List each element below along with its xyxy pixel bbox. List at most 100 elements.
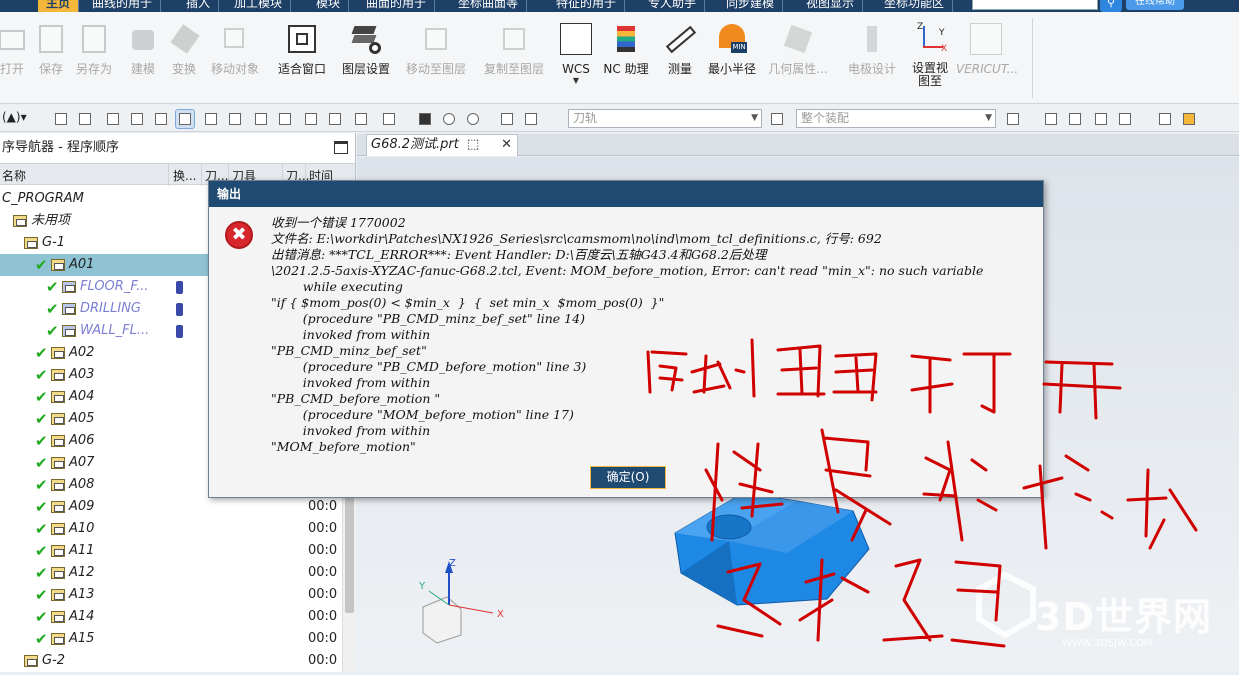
- program-order-view-icon[interactable]: [175, 109, 195, 129]
- program-folder-icon: [51, 633, 65, 645]
- toolbar-icon-3[interactable]: [104, 110, 122, 128]
- toolbar-icon-5[interactable]: [152, 110, 170, 128]
- menu-tab-curve[interactable]: 曲线的用于: [84, 0, 162, 12]
- program-group-row[interactable]: ✔ A13 00:0: [0, 584, 342, 606]
- toolbar-icon-4[interactable]: [128, 110, 146, 128]
- column-tool-change[interactable]: 换...: [173, 167, 196, 184]
- row-label: A10: [69, 521, 95, 536]
- program-group-row[interactable]: ✔ A15 00:0: [0, 628, 342, 650]
- toolbar-icon-19[interactable]: [1180, 110, 1198, 128]
- error-line: invoked from within: [271, 327, 431, 342]
- geometry-props-button[interactable]: 几何属性...: [768, 22, 828, 102]
- online-help-button[interactable]: 在线帮助: [1126, 0, 1184, 10]
- hide-icon[interactable]: [464, 110, 482, 128]
- fit-window-button[interactable]: 适合窗口: [272, 22, 332, 102]
- toolbar-icon-15[interactable]: [1066, 110, 1084, 128]
- row-time: 00:0: [308, 565, 338, 580]
- toolbar-icon-9[interactable]: [352, 110, 370, 128]
- program-group-row[interactable]: ✔ A09 00:0: [0, 496, 342, 518]
- assembly-scope-select[interactable]: 整个装配 ▼: [796, 109, 996, 128]
- menu-tab-surface[interactable]: 曲面的用于: [358, 0, 436, 12]
- vericut-button[interactable]: VERICUT...: [956, 22, 1018, 102]
- move-to-layer-button[interactable]: 移动至图层: [406, 22, 466, 102]
- toolbar-icon-8[interactable]: [326, 110, 344, 128]
- menu-tab-coord-surface[interactable]: 坐标曲面等: [450, 0, 528, 12]
- menu-bar: 主页 曲线的用于 插入 加工模块 模块 曲面的用于 坐标曲面等 特征的用于 专人…: [0, 0, 1239, 12]
- toolpath-filter-select[interactable]: 刀轨 ▼: [568, 109, 762, 128]
- nc-assistant-button[interactable]: NC 助理: [596, 22, 656, 102]
- secondary-toolbar: (▲)▾ 刀轨 ▼ 整个装配 ▼: [0, 105, 1239, 132]
- copy-to-layer-button[interactable]: 复制至图层: [484, 22, 544, 102]
- row-label: A01: [69, 257, 95, 272]
- menu-tab-module[interactable]: 模块: [308, 0, 350, 12]
- toolbar-icon-10[interactable]: [380, 110, 398, 128]
- menu-tab-machining[interactable]: 加工模块: [226, 0, 292, 12]
- mcs-icon[interactable]: [416, 110, 434, 128]
- layer-settings-button[interactable]: 图层设置: [336, 22, 396, 102]
- toolbar-icon-14[interactable]: [1042, 110, 1060, 128]
- row-label: A07: [69, 455, 95, 470]
- toolbar-icon-12[interactable]: [522, 110, 540, 128]
- menu-tab-sync[interactable]: 同步建模: [718, 0, 784, 12]
- program-group-row[interactable]: ✔ A10 00:0: [0, 518, 342, 540]
- menu-tab-insert[interactable]: 插入: [178, 0, 220, 12]
- move-object-button[interactable]: 移动对象: [205, 22, 265, 102]
- error-line: "if { $mom_pos(0) < $min_x } { set min_x…: [271, 295, 665, 310]
- search-input[interactable]: [972, 0, 1098, 10]
- menu-tab-view[interactable]: 视图显示: [798, 0, 864, 12]
- error-line: "PB_CMD_minz_bef_set": [271, 343, 427, 358]
- toolbar-icon-17[interactable]: [1116, 110, 1134, 128]
- program-folder-icon: [24, 655, 38, 667]
- tool-icon: [176, 325, 183, 338]
- status-check-icon: ✔: [46, 278, 59, 296]
- method-view-icon[interactable]: [252, 110, 270, 128]
- set-view-to-button[interactable]: Z Y X 设置视图至: [900, 22, 960, 102]
- program-group-row[interactable]: ✔ A11 00:0: [0, 540, 342, 562]
- selection-mode-dropdown[interactable]: (▲)▾: [2, 110, 27, 128]
- program-folder-icon: [51, 545, 65, 557]
- error-message: 收到一个错误 1770002 文件名: E:\workdir\Patches\N…: [271, 215, 1041, 455]
- maximize-icon[interactable]: [334, 141, 348, 154]
- column-name[interactable]: 名称: [2, 167, 26, 184]
- toolbar-icon-13[interactable]: [1004, 110, 1022, 128]
- toolbar-icon-11[interactable]: [498, 110, 516, 128]
- toolbar-icon-2[interactable]: [76, 110, 94, 128]
- machine-tool-view-icon[interactable]: [202, 110, 220, 128]
- ok-button[interactable]: 确定(O): [590, 466, 666, 489]
- show-icon[interactable]: [440, 110, 458, 128]
- measure-button[interactable]: 测量: [650, 22, 710, 102]
- document-tab-pin-icon[interactable]: ⬚: [467, 137, 479, 152]
- move-object-icon: [218, 22, 252, 56]
- program-folder-icon: [51, 457, 65, 469]
- program-folder-icon: [51, 347, 65, 359]
- navigator-title-bar: 序导航器 - 程序顺序: [0, 133, 355, 163]
- status-check-icon: ✔: [35, 410, 48, 428]
- error-line: (procedure "MOM_before_motion" line 17): [271, 407, 574, 422]
- program-group-row[interactable]: G-2 00:0: [0, 650, 342, 672]
- menu-tab-coord[interactable]: 坐标功能区: [876, 0, 954, 12]
- status-check-icon: ✔: [46, 322, 59, 340]
- electrode-design-button[interactable]: 电极设计: [842, 22, 902, 102]
- row-label: FLOOR_F...: [80, 279, 149, 294]
- menu-tab-assistant[interactable]: 专人助手: [640, 0, 706, 12]
- min-radius-button[interactable]: MIN 最小半径: [702, 22, 762, 102]
- program-group-row[interactable]: ✔ A14 00:0: [0, 606, 342, 628]
- document-tab[interactable]: G68.2测试.prt ⬚ ✕: [366, 134, 518, 156]
- toolbar-icon-6[interactable]: [276, 110, 294, 128]
- search-button[interactable]: ⚲: [1100, 0, 1122, 12]
- close-icon[interactable]: ✕: [501, 135, 512, 155]
- program-group-row[interactable]: ✔ A12 00:0: [0, 562, 342, 584]
- toolbar-icon-1[interactable]: [52, 110, 70, 128]
- toolbar-icon-18[interactable]: [1156, 110, 1174, 128]
- filter-icon[interactable]: [768, 110, 786, 128]
- row-label: A02: [69, 345, 95, 360]
- menu-tab-home[interactable]: 主页: [38, 0, 80, 12]
- row-time: 00:0: [308, 499, 338, 514]
- geometry-view-icon[interactable]: [226, 110, 244, 128]
- menu-tab-feature[interactable]: 特征的用于: [548, 0, 626, 12]
- electrode-icon: [855, 22, 889, 56]
- toolbar-icon-16[interactable]: [1092, 110, 1110, 128]
- toolbar-icon-7[interactable]: [302, 110, 320, 128]
- row-label: 未用项: [31, 213, 71, 228]
- part-model[interactable]: [674, 492, 870, 606]
